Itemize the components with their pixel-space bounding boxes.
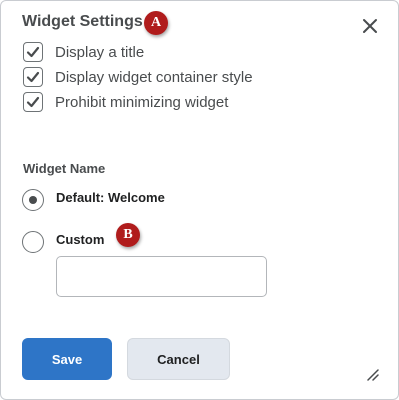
checkmark-icon: [26, 96, 40, 108]
radio-selected-dot: [29, 196, 37, 204]
resize-handle-icon[interactable]: [365, 367, 379, 381]
prohibit-minimizing-label: Prohibit minimizing widget: [55, 93, 229, 111]
save-button[interactable]: Save: [22, 338, 112, 380]
display-container-style-label: Display widget container style: [55, 68, 253, 86]
option-display-title[interactable]: Display a title: [23, 41, 144, 63]
callout-marker-b: B: [116, 223, 140, 247]
option-prohibit-minimizing[interactable]: Prohibit minimizing widget: [23, 91, 228, 113]
cancel-button[interactable]: Cancel: [127, 338, 230, 380]
custom-name-input[interactable]: [56, 256, 267, 297]
custom-radio[interactable]: [22, 231, 44, 253]
dialog-title: Widget Settings: [22, 13, 143, 30]
callout-marker-a: A: [144, 11, 168, 35]
default-radio-label: Default: Welcome: [56, 189, 165, 205]
close-icon[interactable]: [359, 15, 381, 37]
radio-option-default[interactable]: Default: Welcome: [22, 189, 165, 211]
widget-name-section-label: Widget Name: [23, 161, 106, 176]
checkmark-icon: [26, 71, 40, 83]
display-title-checkbox[interactable]: [23, 42, 43, 62]
widget-settings-dialog: Widget Settings A Display a title Displa…: [0, 0, 399, 400]
default-radio[interactable]: [22, 189, 44, 211]
display-container-style-checkbox[interactable]: [23, 67, 43, 87]
radio-option-custom[interactable]: Custom: [22, 231, 104, 253]
checkmark-icon: [26, 46, 40, 58]
custom-radio-label: Custom: [56, 231, 105, 247]
display-title-label: Display a title: [55, 43, 145, 61]
prohibit-minimizing-checkbox[interactable]: [23, 92, 43, 112]
option-display-container-style[interactable]: Display widget container style: [23, 66, 253, 88]
